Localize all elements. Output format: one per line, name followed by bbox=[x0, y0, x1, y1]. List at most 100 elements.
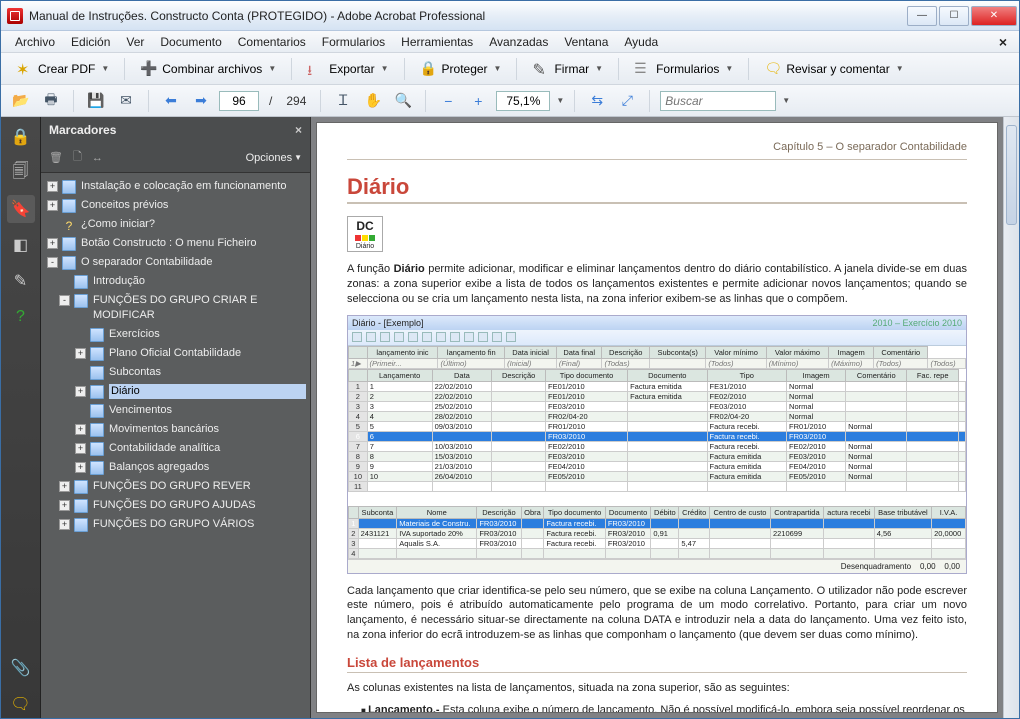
close-button[interactable]: ✕ bbox=[971, 6, 1017, 26]
bookmark-item[interactable]: +Diário bbox=[41, 382, 310, 401]
menubar: ArchivoEdiciónVerDocumentoComentariosFor… bbox=[1, 31, 1019, 53]
embed-main-table: LançamentoDataDescriçãoTipo documentoDoc… bbox=[348, 369, 966, 492]
embed-title: Diário - [Exemplo] 2010 – Exercício 2010 bbox=[348, 316, 966, 330]
bookmark-item[interactable]: +Conceitos prévios bbox=[41, 196, 310, 215]
bookmarks-panel-icon[interactable]: 🔖 bbox=[7, 195, 35, 223]
nav-pane-strip: 🔒 🗐 🔖 ◧ ✎ ? 📎 🗨 bbox=[1, 117, 41, 718]
menu-herramientas[interactable]: Herramientas bbox=[393, 33, 481, 51]
menu-edición[interactable]: Edición bbox=[63, 33, 118, 51]
bookmark-item[interactable]: +Balanços agregados bbox=[41, 458, 310, 477]
protect-button[interactable]: Proteger▼ bbox=[413, 57, 509, 81]
prev-page-icon[interactable]: ⬅ bbox=[159, 89, 183, 113]
lock-icon[interactable]: 🔒 bbox=[7, 123, 35, 151]
bookmark-item[interactable]: Subcontas bbox=[41, 363, 310, 382]
bookmark-item[interactable]: Introdução bbox=[41, 272, 310, 291]
minimize-button[interactable]: — bbox=[907, 6, 937, 26]
bullet-list: Lançamento.- Esta coluna exibe o número … bbox=[347, 704, 967, 712]
bookmark-item[interactable]: -FUNÇÕES DO GRUPO CRIAR E MODIFICAR bbox=[41, 291, 310, 325]
titlebar: Manual de Instruções. Constructo Conta (… bbox=[1, 1, 1019, 31]
vertical-scrollbar[interactable] bbox=[1003, 117, 1019, 718]
bookmark-item[interactable]: +Movimentos bancários bbox=[41, 420, 310, 439]
page-total: 294 bbox=[286, 94, 306, 108]
zoom-out-icon[interactable]: − bbox=[436, 89, 460, 113]
maximize-button[interactable]: ☐ bbox=[939, 6, 969, 26]
bookmarks-options-button[interactable]: Opciones ▼ bbox=[246, 152, 302, 164]
bookmark-item[interactable]: ?¿Como iniciar? bbox=[41, 215, 310, 234]
select-tool-icon[interactable]: Ꮖ bbox=[331, 89, 355, 113]
search-input[interactable] bbox=[660, 91, 776, 111]
next-page-icon[interactable]: ➡ bbox=[189, 89, 213, 113]
pen-icon bbox=[532, 60, 550, 78]
save-icon[interactable]: 💾 bbox=[84, 89, 108, 113]
new-bookmark-icon[interactable]: 🗋 bbox=[73, 148, 82, 167]
paragraph: Cada lançamento que criar identifica-se … bbox=[347, 584, 967, 643]
paragraph: A função Diário permite adicionar, modif… bbox=[347, 262, 967, 307]
hand-tool-icon[interactable]: ✋ bbox=[361, 89, 385, 113]
menu-formularios[interactable]: Formularios bbox=[314, 33, 393, 51]
export-icon bbox=[307, 60, 325, 78]
embed-bottom-table: SubcontaNomeDescriçãoObraTipo documentoD… bbox=[348, 506, 966, 559]
paragraph: As colunas existentes na lista de lançam… bbox=[347, 681, 967, 696]
chevron-down-icon: ▼ bbox=[725, 64, 733, 73]
fit-page-icon[interactable]: ⤢ bbox=[615, 89, 639, 113]
attachments-panel-icon[interactable]: 📎 bbox=[7, 654, 35, 682]
chevron-down-icon[interactable]: ▼ bbox=[782, 96, 790, 105]
combine-files-button[interactable]: Combinar archivos▼ bbox=[133, 57, 283, 81]
zoom-in-icon[interactable]: + bbox=[466, 89, 490, 113]
menu-comentarios[interactable]: Comentarios bbox=[230, 33, 314, 51]
menu-ayuda[interactable]: Ayuda bbox=[616, 33, 666, 51]
list-item: Lançamento.- Esta coluna exibe o número … bbox=[361, 704, 967, 712]
marquee-zoom-icon[interactable]: 🔍 bbox=[391, 89, 415, 113]
bookmark-item[interactable]: +Contabilidade analítica bbox=[41, 439, 310, 458]
bookmark-item[interactable]: +FUNÇÕES DO GRUPO VÁRIOS bbox=[41, 515, 310, 534]
comment-icon bbox=[764, 60, 782, 78]
menu-avanzadas[interactable]: Avanzadas bbox=[481, 33, 556, 51]
chevron-down-icon: ▼ bbox=[896, 64, 904, 73]
layers-panel-icon[interactable]: ◧ bbox=[7, 231, 35, 259]
create-pdf-button[interactable]: Crear PDF▼ bbox=[9, 57, 116, 81]
bookmark-item[interactable]: -O separador Contabilidade bbox=[41, 253, 310, 272]
bookmark-item[interactable]: +FUNÇÕES DO GRUPO AJUDAS bbox=[41, 496, 310, 515]
bookmark-item[interactable]: +Plano Oficial Contabilidade bbox=[41, 344, 310, 363]
page-number-input[interactable] bbox=[219, 91, 259, 111]
sign-button[interactable]: Firmar▼ bbox=[525, 57, 610, 81]
scrollbar-thumb[interactable] bbox=[1006, 125, 1017, 225]
signatures-panel-icon[interactable]: ✎ bbox=[7, 267, 35, 295]
bookmarks-tree[interactable]: +Instalação e colocação em funcionamento… bbox=[41, 173, 310, 718]
menu-ventana[interactable]: Ventana bbox=[556, 33, 616, 51]
print-icon[interactable]: 🖶 bbox=[39, 89, 63, 113]
menubar-close-icon[interactable]: × bbox=[993, 34, 1013, 50]
diario-icon: DC Diário bbox=[347, 216, 383, 252]
email-icon[interactable]: ✉ bbox=[114, 89, 138, 113]
bookmark-item[interactable]: Vencimentos bbox=[41, 401, 310, 420]
page-heading: Diário bbox=[347, 174, 967, 204]
chevron-down-icon[interactable]: ▼ bbox=[556, 96, 564, 105]
export-button[interactable]: Exportar▼ bbox=[300, 57, 395, 81]
bookmark-item[interactable]: +FUNÇÕES DO GRUPO REVER bbox=[41, 477, 310, 496]
window-title: Manual de Instruções. Constructo Conta (… bbox=[29, 9, 905, 23]
form-icon bbox=[634, 60, 652, 78]
content-area: 🔒 🗐 🔖 ◧ ✎ ? 📎 🗨 Marcadores × 🗑 🗋 ↔ Opcio… bbox=[1, 117, 1019, 718]
menu-documento[interactable]: Documento bbox=[152, 33, 229, 51]
comments-panel-icon[interactable]: 🗨 bbox=[7, 690, 35, 718]
menu-ver[interactable]: Ver bbox=[118, 33, 152, 51]
pages-panel-icon[interactable]: 🗐 bbox=[7, 159, 35, 187]
review-button[interactable]: Revisar y comentar▼ bbox=[757, 57, 910, 81]
open-icon[interactable]: 📂 bbox=[9, 89, 33, 113]
zoom-input[interactable] bbox=[496, 91, 550, 111]
pdf-page: Capítulo 5 – O separador Contabilidade D… bbox=[317, 123, 997, 712]
chevron-down-icon: ▼ bbox=[268, 64, 276, 73]
menu-archivo[interactable]: Archivo bbox=[7, 33, 63, 51]
expand-bookmark-icon[interactable]: ↔ bbox=[92, 152, 103, 164]
new-bookmark-icon[interactable]: 🗑 bbox=[49, 151, 63, 164]
bookmark-item[interactable]: +Botão Constructo : O menu Ficheiro bbox=[41, 234, 310, 253]
subheading: Lista de lançamentos bbox=[347, 655, 967, 673]
help-icon[interactable]: ? bbox=[7, 303, 35, 331]
fit-width-icon[interactable]: ⇆ bbox=[585, 89, 609, 113]
bookmark-item[interactable]: +Instalação e colocação em funcionamento bbox=[41, 177, 310, 196]
close-panel-icon[interactable]: × bbox=[295, 123, 302, 137]
chapter-header: Capítulo 5 – O separador Contabilidade bbox=[347, 141, 967, 160]
bookmark-item[interactable]: Exercícios bbox=[41, 325, 310, 344]
embed-toolbar bbox=[348, 330, 966, 346]
forms-button[interactable]: Formularios▼ bbox=[627, 57, 740, 81]
